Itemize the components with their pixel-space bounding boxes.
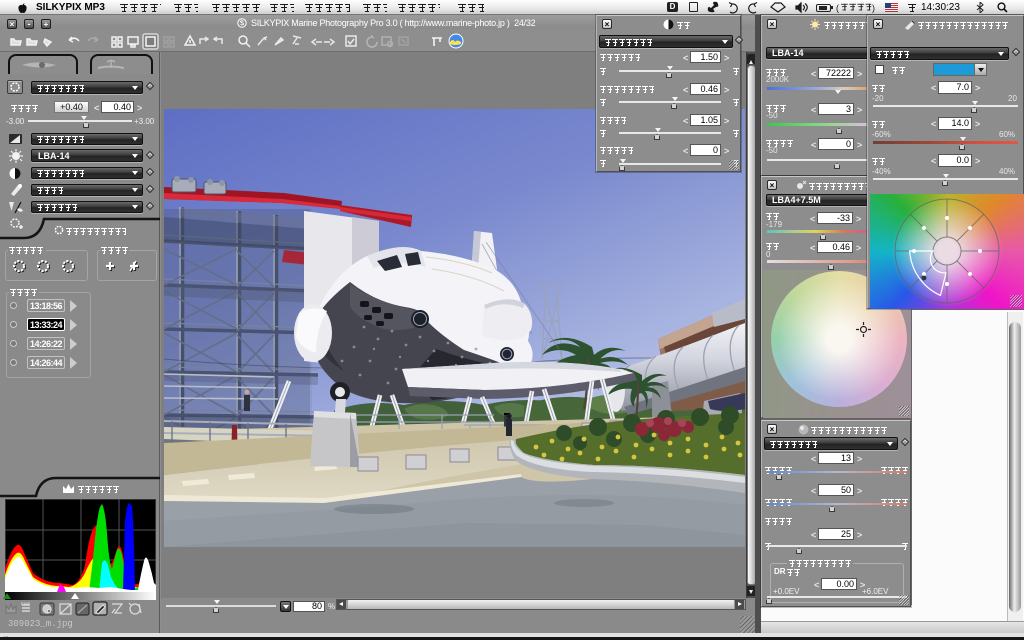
svg-text:EXIF: EXIF <box>21 601 30 606</box>
